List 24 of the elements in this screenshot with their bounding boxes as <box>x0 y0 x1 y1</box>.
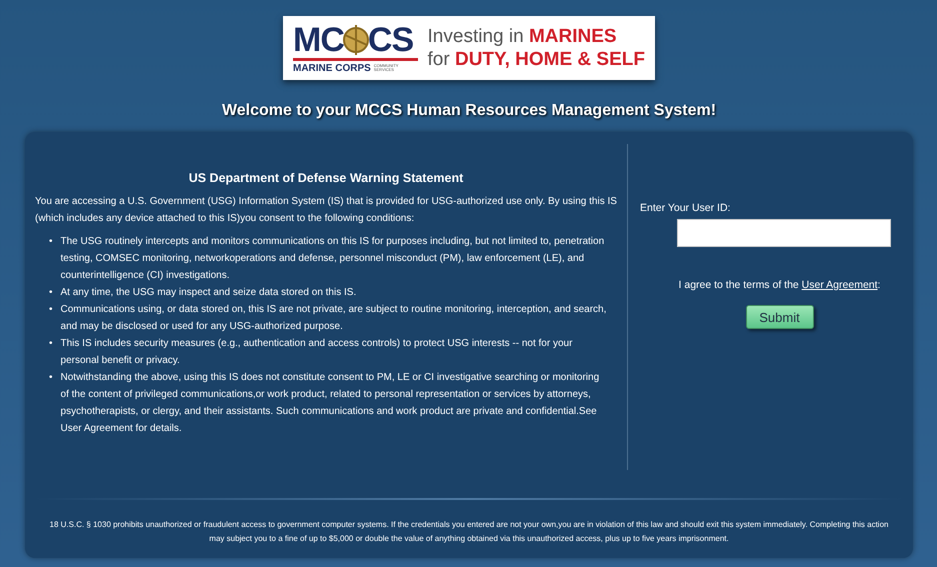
warning-item: At any time, the USG may inspect and seize data stored on this IS. <box>60 286 356 300</box>
bullet: • <box>49 337 53 351</box>
bullet: • <box>49 371 53 385</box>
user-agreement-link[interactable]: User Agreement <box>802 279 878 291</box>
bullet: • <box>49 303 53 317</box>
warning-item: Communications using, or data stored on, this IS are not private, are subject to routine monitoring, interception, and search, and may be disclosed or used for any USG-authorized purpose. <box>60 303 608 334</box>
user-id-label: Enter Your User ID: <box>640 202 732 214</box>
warning-item: This IS includes security measures (e.g., authentication and access controls) to protect USG interests -- not for your personal benefit or privacy. <box>60 337 574 368</box>
logo-letters: MC <box>293 22 344 56</box>
warning-title: US Department of Defense Warning Statement <box>188 170 464 187</box>
submit-button[interactable]: Submit <box>746 305 814 329</box>
warning-intro: You are accessing a U.S. Government (USG) Information System (IS) that is provided for USG-authorized use only. By using this IS (which includes any device attached to this IS)you consent to the following conditions: <box>35 195 617 226</box>
warning-item: The USG routinely intercepts and monitors communications on this IS for purposes including, but not limited to, penetration testing, COMSEC monitoring, networkoperations and defense, personnel misconduct (PM), law enforcement (LE), and counterintelligence (CI) investigations. <box>60 235 606 283</box>
tagline: for DUTY, HOME & SELF <box>428 48 645 71</box>
logo-subtitle: MARINE CORPS <box>293 62 371 74</box>
page-heading: Welcome to your MCCS Human Resources Management System! <box>222 102 716 120</box>
logo-letters: CS <box>368 22 414 56</box>
legal-notice: 18 U.S.C. § 1030 prohibits unauthorized or fraudulent access to government computer systems. If the credentials you entered are not your own,you are in violation of this law and should exit this system immediately. Completing this action may subject you to a fine of up to $5,000 or double the value of anything obtained via this unauthorized access, plus up to five years imprisonment. <box>48 519 890 545</box>
user-id-field[interactable] <box>676 219 890 247</box>
warning-item: Notwithstanding the above, using this IS does not constitute consent to PM, LE or CI investigative searching or monitoring of the content of privileged communications,or work product, related to personal representation or services by attorneys, psychotherapists, or clergy, and their assistants. Such communications and work product are private and confidential.See User Agreement for details. <box>60 371 600 436</box>
agreement-text: I agree to the terms of the User Agreement: <box>678 279 882 291</box>
bullet: • <box>49 286 53 300</box>
tagline: Investing in MARINES <box>428 25 618 48</box>
bullet: • <box>49 235 53 249</box>
